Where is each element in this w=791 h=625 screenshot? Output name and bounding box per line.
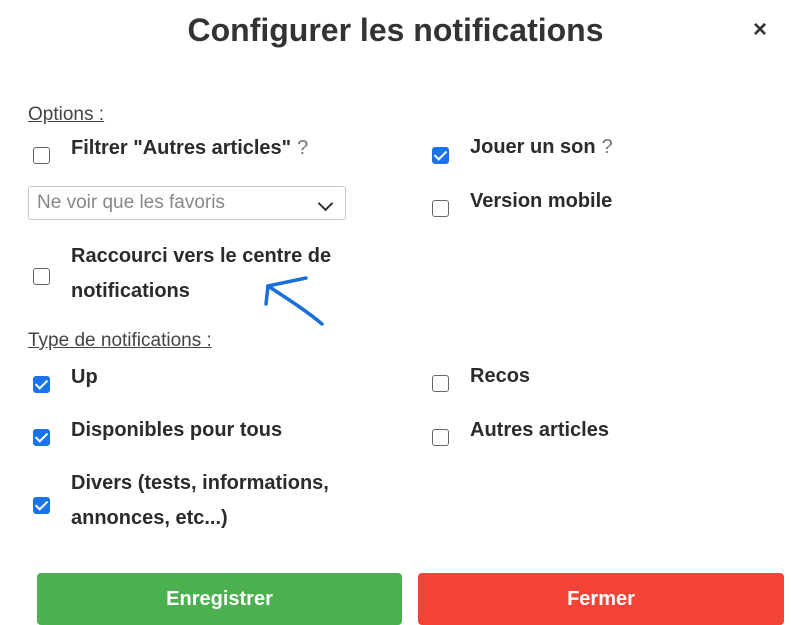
shortcut-label-line1: Raccourci vers le centre de: [71, 245, 332, 267]
mobile-version-checkbox[interactable]: [432, 200, 449, 217]
type-up-option[interactable]: Up: [33, 361, 98, 393]
dialog-title: Configurer les notifications: [187, 12, 604, 48]
notification-settings-dialog: Configurer les notifications × Options :…: [0, 0, 791, 625]
filter-other-articles-label: Filtrer "Autres articles": [71, 137, 292, 159]
misc-label-line2: annonces, etc...): [71, 507, 228, 529]
type-recos-label: Recos: [470, 365, 531, 387]
play-sound-checkbox[interactable]: [432, 147, 449, 164]
save-button[interactable]: Enregistrer: [37, 573, 402, 625]
type-recos-checkbox[interactable]: [432, 375, 449, 392]
options-section-label: Options :: [28, 104, 105, 125]
mobile-version-option[interactable]: Version mobile: [432, 185, 612, 217]
close-icon[interactable]: ×: [753, 16, 767, 44]
shortcut-label-line2: notifications: [71, 280, 190, 302]
type-other-articles-checkbox[interactable]: [432, 429, 449, 446]
play-sound-option[interactable]: Jouer un son ?: [432, 131, 613, 164]
type-up-label: Up: [71, 366, 98, 388]
type-misc-checkbox[interactable]: [33, 497, 50, 514]
play-sound-label: Jouer un son: [470, 136, 596, 158]
type-up-checkbox[interactable]: [33, 376, 50, 393]
favorites-filter-select[interactable]: Ne voir que les favoris: [28, 186, 346, 220]
type-recos-option[interactable]: Recos: [432, 360, 530, 392]
mobile-version-label: Version mobile: [470, 190, 613, 212]
filter-other-articles-option[interactable]: Filtrer "Autres articles" ?: [33, 132, 308, 164]
filter-help-icon[interactable]: ?: [297, 132, 308, 164]
close-button[interactable]: Fermer: [418, 573, 784, 625]
type-other-articles-option[interactable]: Autres articles: [432, 414, 609, 446]
type-available-for-all-label: Disponibles pour tous: [71, 419, 283, 441]
hand-drawn-arrow: [264, 276, 324, 326]
sound-help-icon[interactable]: ?: [602, 131, 613, 163]
chevron-down-icon: [317, 195, 334, 212]
type-available-for-all-option[interactable]: Disponibles pour tous: [33, 414, 282, 446]
type-misc-option[interactable]: Divers (tests, informations, annonces, e…: [33, 466, 329, 536]
type-other-articles-label: Autres articles: [470, 419, 609, 441]
favorites-filter-value: Ne voir que les favoris: [37, 192, 225, 213]
type-misc-label: Divers (tests, informations, annonces, e…: [71, 466, 329, 536]
filter-other-articles-checkbox[interactable]: [33, 147, 50, 164]
notification-center-shortcut-checkbox[interactable]: [33, 268, 50, 285]
misc-label-line1: Divers (tests, informations,: [71, 472, 329, 494]
type-available-for-all-checkbox[interactable]: [33, 429, 50, 446]
notification-types-section-label: Type de notifications :: [28, 330, 212, 351]
